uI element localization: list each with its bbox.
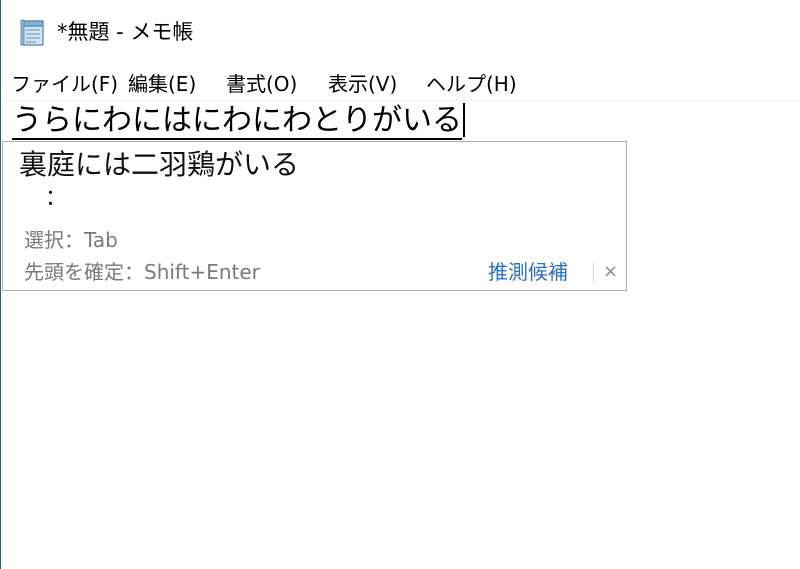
hint-select-tab: 選択：Tab <box>24 228 118 252</box>
menu-edit[interactable]: 編集(E) <box>128 70 196 98</box>
divider <box>593 263 594 283</box>
ime-composition-text: うらにわにはにわにわとりがいる <box>12 103 462 140</box>
window-title: *無題 - メモ帳 <box>57 20 194 44</box>
predictive-candidates-link[interactable]: 推測候補 <box>488 259 568 285</box>
notepad-window: *無題 - メモ帳 ファイル(F) 編集(E) 書式(O) 表示(V) ヘルプ(… <box>0 0 800 569</box>
text-caret <box>463 103 465 137</box>
ime-prediction-popup: 裏庭には二羽鶏がいる ： 選択：Tab 先頭を確定：Shift+Enter 推測… <box>2 141 627 291</box>
notepad-icon <box>20 19 44 46</box>
close-icon[interactable]: × <box>603 259 618 285</box>
menu-format[interactable]: 書式(O) <box>226 70 297 98</box>
menu-view[interactable]: 表示(V) <box>328 70 397 98</box>
menu-bar: ファイル(F) 編集(E) 書式(O) 表示(V) ヘルプ(H) <box>1 68 800 101</box>
ime-more-candidates: ： <box>45 186 68 211</box>
title-bar[interactable]: *無題 - メモ帳 <box>1 0 800 64</box>
menu-file[interactable]: ファイル(F) <box>11 70 118 98</box>
ime-candidate[interactable]: 裏庭には二羽鶏がいる <box>19 146 299 184</box>
edit-line: うらにわにはにわにわとりがいる <box>12 103 465 140</box>
menu-help[interactable]: ヘルプ(H) <box>426 70 517 98</box>
hint-confirm-first: 先頭を確定：Shift+Enter <box>24 260 260 284</box>
